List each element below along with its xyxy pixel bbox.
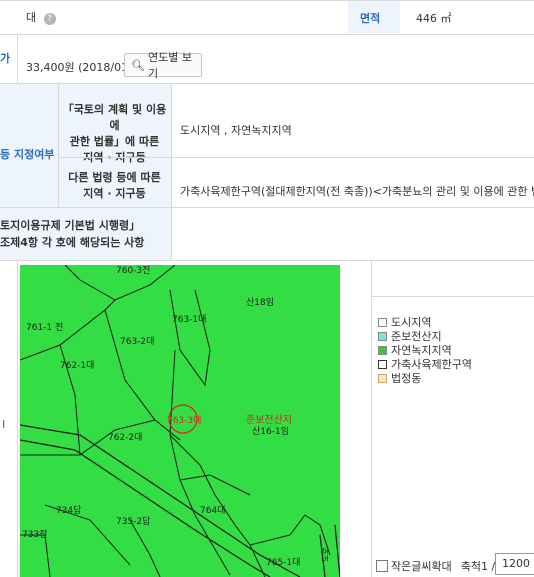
legend-item: 법정동 xyxy=(378,370,421,386)
zone-designation-label: 등 지정여부 xyxy=(0,148,55,161)
parcel-label: 산18임 xyxy=(246,298,275,308)
parcel-label: 765-1대 xyxy=(266,558,301,568)
legend-swatch xyxy=(378,345,387,355)
legend-swatch xyxy=(378,331,387,341)
yearly-view-button[interactable]: 🔍︎ 연도별 보기 xyxy=(124,51,202,80)
regulation-label: 토지이용규제 기본법 시행령」 조제4항 각 호에 해당되는 사항 xyxy=(0,219,145,249)
law1-value: 도시지역 , 자연녹지지역 xyxy=(180,124,292,137)
parcel-label: 762-1대 xyxy=(60,361,95,371)
road-label: 도로 xyxy=(320,547,330,562)
parcel-label: 761-1 전 xyxy=(26,323,64,333)
area-label: 면적 xyxy=(360,12,381,25)
parcel-label: 762-2대 xyxy=(108,433,143,443)
legend-swatch xyxy=(378,359,387,369)
help-icon[interactable]: ? xyxy=(43,13,56,25)
parcel-label: 735-2답 xyxy=(116,517,151,527)
legend-swatch xyxy=(378,373,387,383)
official-price-value: 33,400원 (2018/01) xyxy=(26,61,133,74)
parcel-label: 763-1대 xyxy=(172,315,207,325)
parcel-label: 733전 xyxy=(22,530,48,540)
area-value: 446 ㎡ xyxy=(416,12,452,25)
parcel-label: 760-3전 xyxy=(116,266,151,276)
law2-label: 다른 법령 등에 따른 지역 · 지구등 xyxy=(68,171,161,200)
left-marker: I xyxy=(2,418,6,431)
search-icon: 🔍︎ xyxy=(131,58,145,72)
price-label-fragment: 가 xyxy=(0,52,11,65)
legend-swatch xyxy=(378,317,387,327)
parcel-label: 764대 xyxy=(200,506,226,516)
selected-parcel-label: 763-3대 xyxy=(167,416,202,426)
law2-value: 가축사육제한구역(절대제한지역(전 축종))<가축분뇨의 관리 및 이용에 관한… xyxy=(180,185,534,198)
parcel-label: 산16-1임 xyxy=(252,427,289,437)
small-text-checkbox[interactable] xyxy=(376,560,388,572)
parcel-label: 763-2대 xyxy=(120,337,155,347)
scale-label: 축척1 / xyxy=(460,560,496,573)
small-text-label: 작은글씨확대 xyxy=(391,560,452,573)
land-category-value: 대 ? xyxy=(26,9,56,25)
parcel-label: 734답 xyxy=(56,506,82,516)
land-use-map[interactable]: 760-3전 산18임 763-1대 761-1 전 763-2대 762-1대… xyxy=(20,265,340,577)
scale-input[interactable]: 1200 xyxy=(495,553,534,575)
